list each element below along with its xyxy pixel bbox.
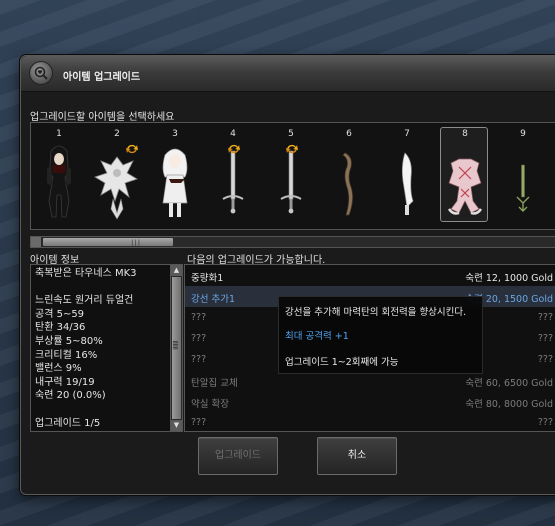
item-slot-number: 7 [404, 129, 410, 139]
stat-critical: 크리티컬 16% [35, 349, 98, 361]
upgrade-name: ??? [191, 417, 207, 428]
item-slot-number: 5 [288, 129, 294, 139]
item-slot-9[interactable]: 9 [499, 129, 547, 219]
item-slot-number: 2 [114, 129, 120, 139]
upgrade-name: 중량화1 [191, 273, 224, 284]
pink-armor-icon [447, 158, 483, 215]
upgrade-name: ??? [191, 333, 207, 344]
window-title: 아이템 업그레이드 [63, 72, 141, 83]
upgrade-option[interactable]: ??? ??? [185, 412, 555, 433]
stat-injury: 부상률 5~80% [35, 335, 103, 347]
upgrade-cost: 숙련 60, 6500 Gold [465, 378, 553, 389]
scroll-left-button[interactable] [31, 237, 41, 247]
upgrade-tooltip: 강선을 추가해 마력탄의 회전력을 향상시킨다. 최대 공격력 +1 업그레이드… [278, 296, 483, 374]
scroll-thumb[interactable]: ||| [43, 238, 173, 247]
upgrade-cost: ??? [537, 333, 553, 344]
item-slot-number: 6 [346, 129, 352, 139]
upgrade-cost: ??? [537, 312, 553, 323]
scroll-up-button[interactable]: ▲ [171, 265, 182, 276]
stat-upgrade-count: 업그레이드 1/5 [35, 417, 101, 429]
upgrade-name: 탄알집 교체 [191, 378, 238, 389]
green-wand-icon [516, 164, 530, 212]
upgrade-cost: 숙련 12, 1000 Gold [465, 273, 553, 284]
white-blade-icon [401, 152, 414, 215]
stat-proficiency: 숙련 20 (0.0%) [35, 390, 106, 402]
item-info-text: 축복받은 타우네스 MK3 느린속도 원거리 듀얼건 공격 5~59 탄환 34… [35, 267, 137, 430]
item-slot-8[interactable]: 8 [440, 127, 489, 222]
item-select-instruction: 업그레이드할 아이템을 선택하세요 [30, 112, 175, 123]
info-line-blank [35, 403, 137, 417]
item-list-scrollbar[interactable]: ||| [30, 236, 555, 248]
item-type: 느린속도 원거리 듀얼건 [35, 295, 134, 307]
info-line-blank [35, 281, 137, 295]
upgrade-cost: 숙련 80, 8000 Gold [465, 399, 553, 410]
dark-hooded-costume-icon [47, 145, 71, 218]
item-slot-number: 3 [172, 129, 178, 139]
scroll-thumb[interactable]: ═ ═ ═ [172, 277, 181, 419]
tooltip-condition: 업그레이드 1~2회째에 가능 [285, 357, 399, 368]
magnifier-heart-icon [29, 61, 53, 85]
cancel-button[interactable]: 취소 [317, 437, 397, 475]
scroll-down-button[interactable]: ▼ [171, 420, 182, 431]
item-slot-3[interactable]: 3 [151, 129, 199, 219]
stat-balance: 밸런스 9% [35, 363, 82, 375]
item-slot-5[interactable]: 5 [267, 129, 315, 219]
item-slot-6[interactable]: 6 [325, 129, 373, 219]
item-info-panel: 축복받은 타우네스 MK3 느린속도 원거리 듀얼건 공격 5~59 탄환 34… [30, 264, 183, 432]
upgrade-button[interactable]: 업그레이드 [198, 437, 278, 475]
upgrade-name: ??? [191, 354, 207, 365]
item-slot-2[interactable]: 2 [93, 129, 141, 220]
stat-durability: 내구력 19/19 [35, 376, 95, 388]
upgrade-cost: ??? [537, 354, 553, 365]
upgrade-option[interactable]: 중량화1 숙련 12, 1000 Gold [185, 265, 555, 286]
upgrade-available-icon [286, 144, 298, 154]
item-list-panel: 1 2 3 4 5 6 7 8 9 [30, 122, 555, 230]
upgrade-available-icon [228, 144, 240, 154]
upgrade-name: ??? [191, 312, 207, 323]
item-info-scrollbar[interactable]: ▲ ═ ═ ═ ▼ [170, 265, 182, 431]
item-slot-1[interactable]: 1 [35, 129, 83, 219]
item-slot-7[interactable]: 7 [383, 129, 431, 219]
upgrade-available-icon [126, 144, 138, 154]
item-name: 축복받은 타우네스 MK3 [35, 268, 137, 279]
white-dress-character-icon [162, 148, 188, 217]
stat-ammo: 탄환 34/36 [35, 322, 86, 334]
title-bar[interactable]: 아이템 업그레이드 [21, 56, 555, 92]
tooltip-effect: 최대 공격력 +1 [285, 331, 349, 342]
wooden-staff-icon [342, 152, 353, 216]
tooltip-description: 강선을 추가해 마력탄의 회전력을 향상시킨다. [285, 307, 467, 318]
upgrade-name: 약실 확장 [191, 399, 229, 410]
item-slot-number: 1 [56, 129, 62, 139]
item-slot-4[interactable]: 4 [209, 129, 257, 219]
upgrade-cost: ??? [537, 417, 553, 428]
stat-attack: 공격 5~59 [35, 308, 85, 320]
upgrade-name: 강선 추가1 [191, 294, 236, 305]
item-upgrade-window: 아이템 업그레이드 업그레이드할 아이템을 선택하세요 1 2 3 4 5 6 … [20, 55, 555, 495]
item-slot-number: 8 [462, 129, 468, 139]
item-slot-number: 9 [520, 129, 526, 139]
item-slot-number: 4 [230, 129, 236, 139]
upgrade-option[interactable]: 약실 확장 숙련 80, 8000 Gold [185, 391, 555, 412]
